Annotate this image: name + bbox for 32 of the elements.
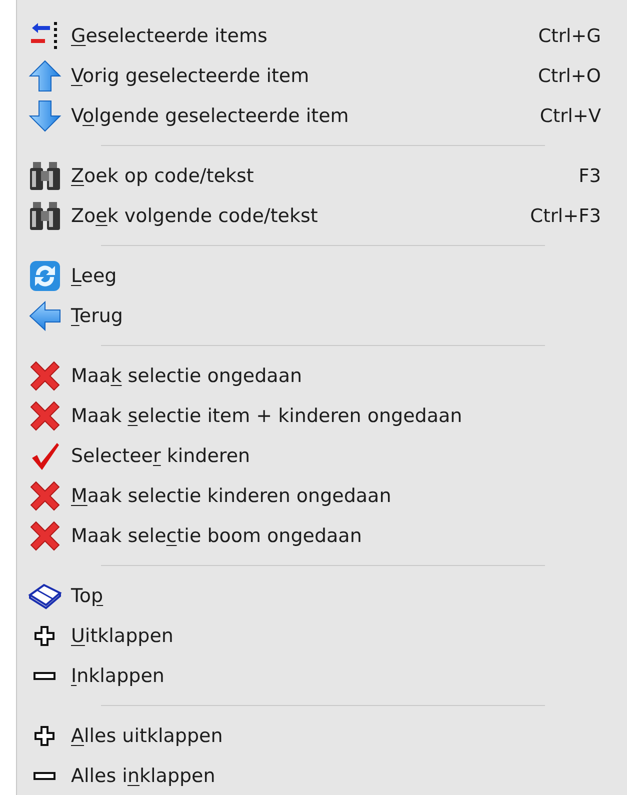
plus-icon bbox=[34, 726, 55, 746]
shortcut-text: Ctrl+V bbox=[540, 106, 601, 126]
arrow-up-icon bbox=[27, 59, 63, 93]
menu-item[interactable]: Uitklappen bbox=[17, 616, 627, 656]
menu-item[interactable]: Alles inklappen bbox=[17, 756, 627, 795]
menu-item[interactable]: Maak selectie item + kinderen ongedaan bbox=[17, 396, 627, 436]
minus-icon bbox=[33, 772, 56, 780]
refresh-icon bbox=[27, 259, 63, 293]
shortcut-text: Ctrl+F3 bbox=[530, 206, 601, 226]
menu-item[interactable]: Zoek op code/tekst F3 bbox=[17, 156, 627, 196]
menu-item[interactable]: Maak selectie ongedaan bbox=[17, 356, 627, 396]
menu-item[interactable]: Maak selectie kinderen ongedaan bbox=[17, 476, 627, 516]
menu-item[interactable]: Maak selectie boom ongedaan bbox=[17, 516, 627, 556]
menu-item[interactable]: Selecteer kinderen bbox=[17, 436, 627, 476]
arrow-down-icon bbox=[27, 99, 63, 133]
menu-item[interactable]: Zoek volgende code/tekst Ctrl+F3 bbox=[17, 196, 627, 236]
menu-item[interactable]: Volgende geselecteerde item Ctrl+V bbox=[17, 96, 627, 136]
binoculars-icon bbox=[27, 199, 63, 233]
menu-item[interactable]: Alles uitklappen bbox=[17, 716, 627, 756]
menu-item[interactable]: Geselecteerde items Ctrl+G bbox=[17, 16, 627, 56]
menu-item[interactable]: Top bbox=[17, 576, 627, 616]
menu-item[interactable]: Leeg bbox=[17, 256, 627, 296]
minus-icon bbox=[33, 672, 56, 680]
plus-icon bbox=[34, 626, 55, 646]
menu-item[interactable]: Terug bbox=[17, 296, 627, 336]
shortcut-text: Ctrl+O bbox=[538, 66, 601, 86]
menu-item[interactable]: Vorig geselecteerde item Ctrl+O bbox=[17, 56, 627, 96]
binoculars-icon bbox=[27, 159, 63, 193]
shortcut-text: Ctrl+G bbox=[538, 26, 601, 46]
shortcut-text: F3 bbox=[578, 166, 601, 186]
menu-item[interactable]: Inklappen bbox=[17, 656, 627, 696]
arrow-left-icon bbox=[27, 299, 63, 333]
